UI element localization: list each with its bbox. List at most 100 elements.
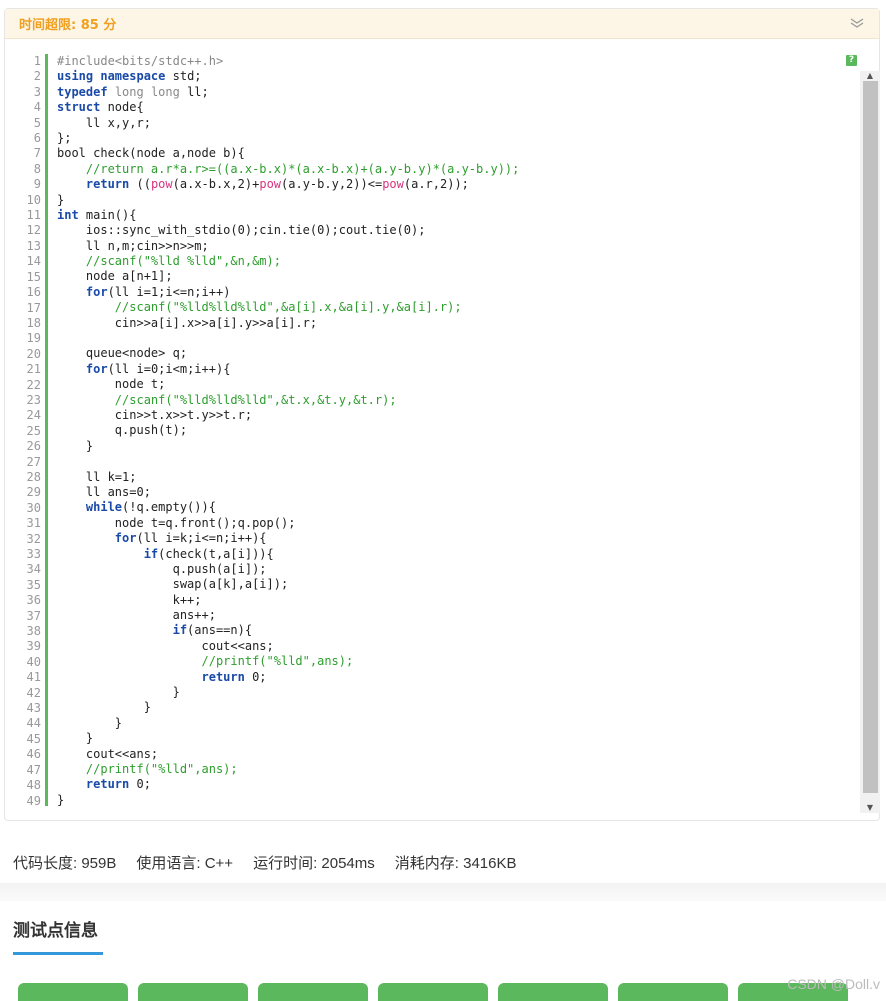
line-number: 16: [26, 285, 41, 300]
code-line: ll x,y,r;: [57, 115, 151, 130]
scroll-up-icon[interactable]: ▲: [865, 72, 875, 80]
line-number: 47: [26, 762, 41, 777]
line-number: 44: [26, 716, 41, 731]
code-line: using namespace std;: [57, 69, 202, 84]
code-line: };: [57, 130, 72, 145]
code-line: //return a.r*a.r>=((a.x-b.x)*(a.x-b.x)+(…: [85, 161, 520, 176]
scroll-thumb[interactable]: [863, 81, 878, 793]
code-line: if(check(t,a[i])){: [143, 546, 274, 561]
code-line: bool check(node a,node b){: [57, 146, 245, 161]
line-number: 26: [26, 439, 41, 454]
line-number: 14: [26, 254, 41, 269]
code-line: queue<node> q;: [57, 346, 188, 361]
code-line: return 0;: [201, 669, 267, 684]
line-number: 37: [26, 608, 41, 623]
code-line: cout<<ans;: [57, 746, 159, 761]
line-number: 36: [26, 593, 41, 608]
test-case-box[interactable]: [258, 983, 368, 1001]
code-line: ll n,m;cin>>n>>m;: [57, 238, 209, 253]
source-code: #include<bits/stdc++.h> using namespace s…: [57, 54, 857, 808]
line-number: 25: [26, 423, 41, 438]
line-number: 17: [26, 300, 41, 315]
scroll-down-icon[interactable]: ▼: [865, 804, 875, 812]
line-number: 40: [26, 654, 41, 669]
line-number: 13: [26, 238, 41, 253]
code-line: int main(){: [57, 207, 137, 222]
test-info-title[interactable]: 测试点信息: [13, 916, 98, 941]
code-editor[interactable]: 1 2 3 4 5 6 7 8 9 10 11 12 13 14 15 16 17 18 19 20 21 22 23 24 2…: [19, 54, 881, 814]
code-line: #include<bits/stdc++.h>: [57, 54, 224, 68]
code-line: node a[n+1];: [57, 269, 173, 284]
line-number: 39: [26, 639, 41, 654]
code-line: q.push(a[i]);: [57, 561, 267, 576]
line-number: 46: [26, 747, 41, 762]
code-line: for(ll i=1;i<=n;i++): [85, 284, 231, 299]
code-line: for(ll i=0;i<m;i++){: [85, 361, 231, 376]
line-number: 18: [26, 315, 41, 330]
code-line: cin>>t.x>>t.y>>t.r;: [57, 407, 253, 422]
code-line: //printf("%lld",ans);: [85, 761, 238, 776]
code-line: //scanf("%lld %lld",&n,&m);: [85, 254, 281, 269]
active-tab-underline: [13, 952, 103, 955]
code-length: 代码长度: 959B: [13, 855, 117, 872]
line-number: 23: [26, 392, 41, 407]
line-number: 15: [26, 269, 41, 284]
code-line: }: [57, 792, 65, 807]
test-case-box[interactable]: [378, 983, 488, 1001]
line-number: 2: [33, 69, 41, 84]
vertical-scrollbar[interactable]: ▲ ▼: [860, 71, 880, 813]
line-number: 24: [26, 408, 41, 423]
line-number: 35: [26, 577, 41, 592]
line-number: 45: [26, 731, 41, 746]
memory-usage: 消耗内存: 3416KB: [394, 855, 517, 872]
code-line: }: [57, 438, 94, 453]
test-case-box[interactable]: [18, 983, 128, 1001]
code-line: node t;: [57, 377, 166, 392]
line-number: 38: [26, 624, 41, 639]
code-line: struct node{: [57, 100, 144, 115]
line-number: 4: [33, 100, 41, 115]
test-case-box[interactable]: [138, 983, 248, 1001]
line-number: 9: [33, 177, 41, 192]
line-number: 27: [26, 454, 41, 469]
code-line: //scanf("%lld%lld%lld",&a[i].x,&a[i].y,&…: [114, 300, 462, 315]
line-numbers: 1 2 3 4 5 6 7 8 9 10 11 12 13 14 15 16 17 18 19 20 21 22 23 24 2…: [19, 54, 41, 809]
code-line: swap(a[k],a[i]);: [57, 577, 289, 592]
time-limit-status: 时间超限: 85 分: [19, 18, 117, 33]
code-line: node t=q.front();q.pop();: [57, 515, 296, 530]
section-divider: [0, 883, 886, 901]
line-number: 11: [26, 208, 41, 223]
code-line: }: [57, 685, 180, 700]
watermark: CSDN @Doll.v: [787, 976, 880, 992]
code-line: q.push(t);: [57, 423, 188, 438]
line-number: 20: [26, 346, 41, 361]
code-line: for(ll i=k;i<=n;i++){: [114, 531, 267, 546]
code-line: //printf("%lld",ans);: [201, 654, 354, 669]
line-number: 34: [26, 562, 41, 577]
chevron-down-icon[interactable]: [849, 16, 865, 30]
run-time: 运行时间: 2054ms: [253, 855, 375, 872]
line-number: 12: [26, 223, 41, 238]
code-line: }: [57, 192, 65, 207]
code-panel: 时间超限: 85 分 ? 1 2 3 4 5 6 7 8 9 10 11 12 13 14 15 16 17 18…: [4, 8, 880, 821]
code-line: ios::sync_with_stdio(0);cin.tie(0);cout.…: [57, 223, 426, 238]
result-header[interactable]: 时间超限: 85 分: [5, 9, 879, 39]
code-line: return ((pow(a.x-b.x,2)+pow(a.y-b.y,2))<…: [85, 177, 469, 192]
line-number: 31: [26, 516, 41, 531]
code-line: cout<<ans;: [57, 638, 274, 653]
line-number: 5: [33, 115, 41, 130]
line-number: 42: [26, 685, 41, 700]
line-number: 3: [33, 84, 41, 99]
code-line: ll k=1;: [57, 469, 137, 484]
test-case-box[interactable]: [618, 983, 728, 1001]
line-number: 19: [26, 331, 41, 346]
code-line: }: [57, 715, 123, 730]
line-number: 43: [26, 701, 41, 716]
code-line: }: [57, 731, 94, 746]
test-case-box[interactable]: [498, 983, 608, 1001]
line-number: 29: [26, 485, 41, 500]
code-line: cin>>a[i].x>>a[i].y>>a[i].r;: [57, 315, 318, 330]
line-number: 33: [26, 547, 41, 561]
